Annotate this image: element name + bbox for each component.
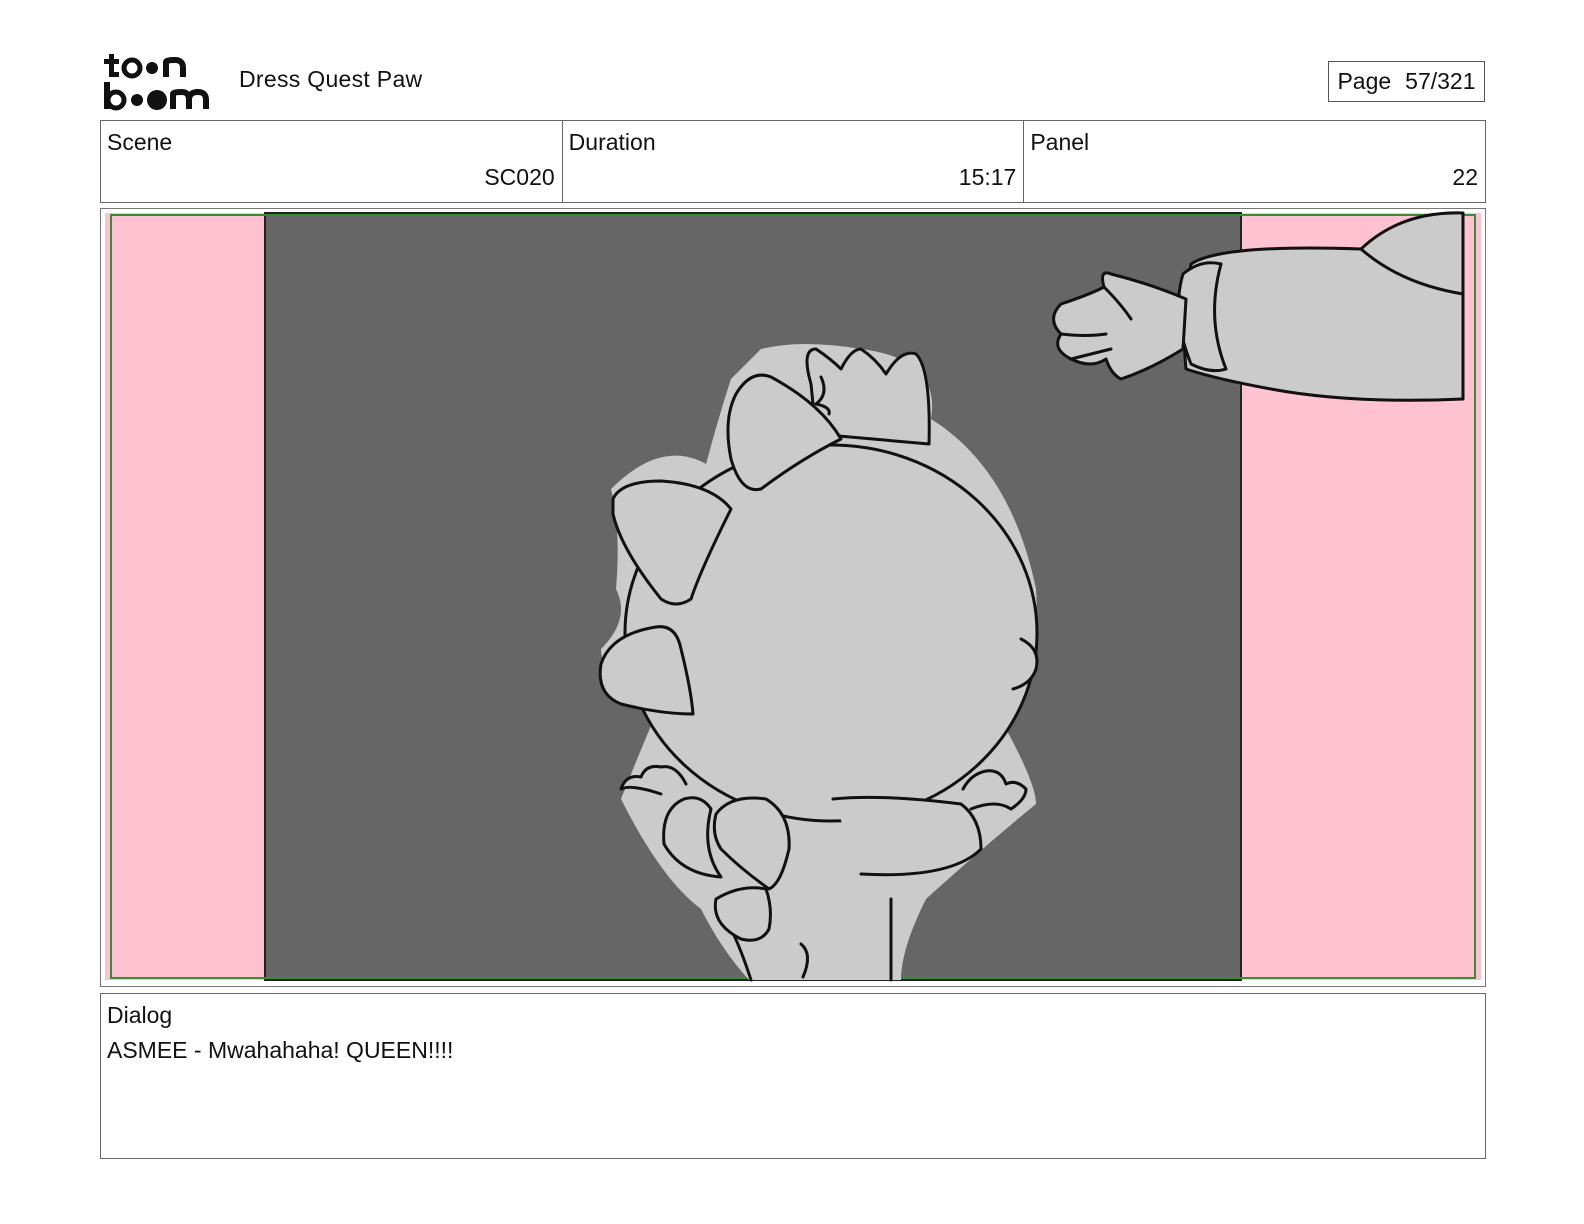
panel-drawing — [105, 211, 1481, 982]
bleed-left — [105, 213, 265, 980]
duration-label: Duration — [568, 129, 656, 155]
scene-label: Scene — [107, 129, 173, 155]
duration-cell: Duration 15:17 — [563, 121, 1025, 202]
dialog-text: ASMEE - Mwahahaha! QUEEN!!!! — [107, 1037, 454, 1063]
panel-value: 22 — [1452, 164, 1479, 190]
scene-value: SC020 — [484, 164, 555, 190]
storyboard-panel — [100, 208, 1486, 987]
panel-cell: Panel 22 — [1024, 121, 1485, 202]
toon-boom-logo — [104, 54, 209, 111]
panel-label: Panel — [1030, 129, 1090, 155]
page-number: 57/321 — [1405, 68, 1476, 94]
panel-info-row: Scene SC020 Duration 15:17 Panel 22 — [100, 120, 1486, 203]
duration-value: 15:17 — [958, 164, 1017, 190]
dialog-box: Dialog ASMEE - Mwahahaha! QUEEN!!!! — [100, 993, 1486, 1159]
project-title: Dress Quest Paw — [239, 66, 423, 92]
page-label: Page — [1337, 68, 1392, 94]
dialog-label: Dialog — [107, 1002, 173, 1028]
page-indicator: Page 57/321 — [1328, 61, 1485, 102]
scene-cell: Scene SC020 — [101, 121, 563, 202]
